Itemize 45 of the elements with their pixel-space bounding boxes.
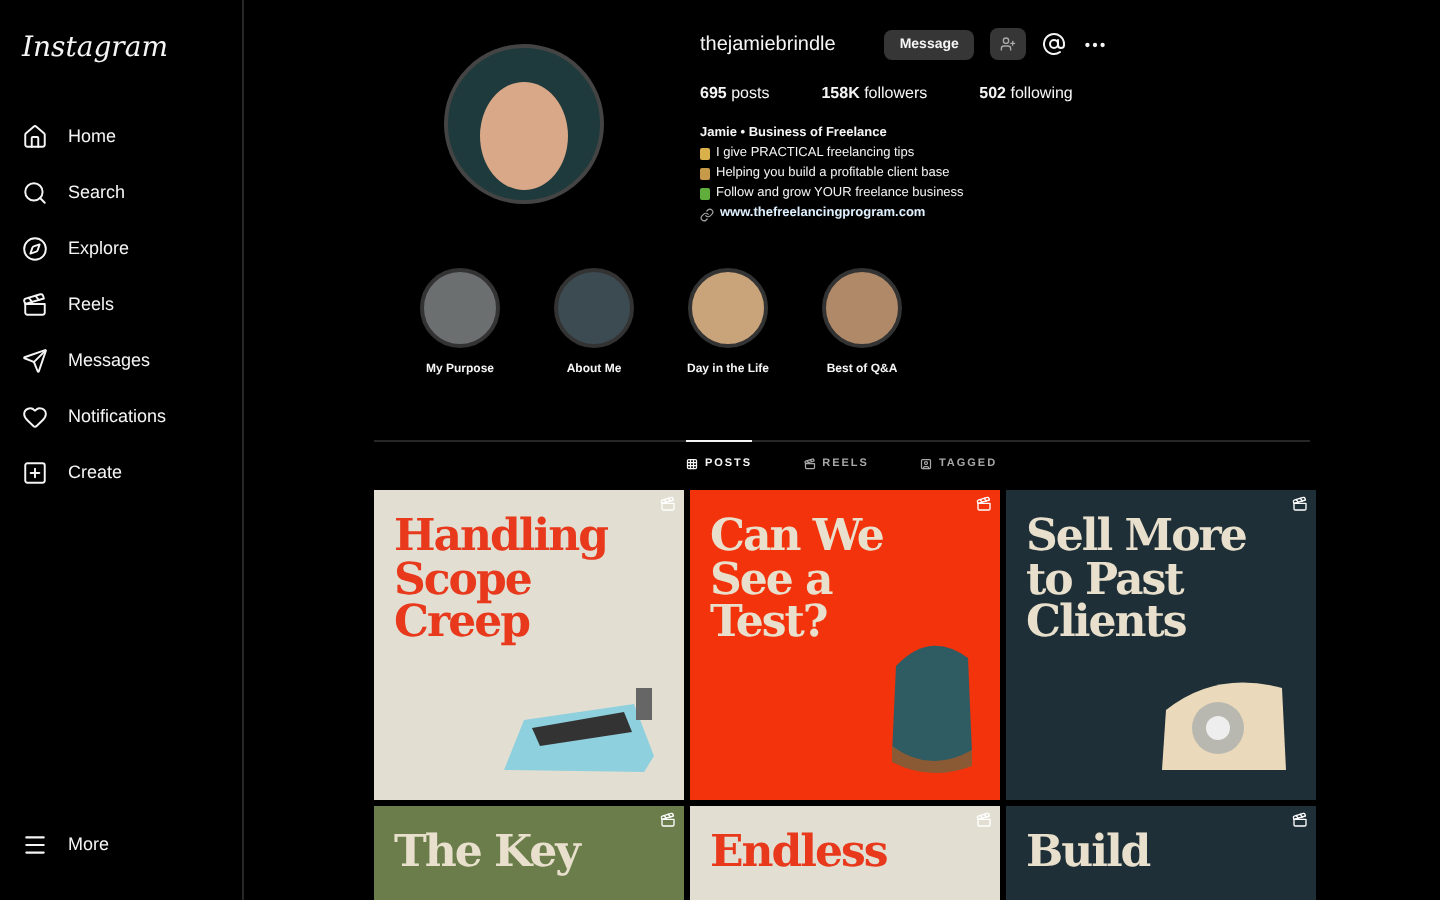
more-menu[interactable]: More [22, 816, 242, 872]
highlight-circle[interactable] [420, 268, 500, 348]
menu-icon [22, 831, 48, 857]
reel-icon [1292, 812, 1308, 828]
nav-item[interactable]: Search [22, 164, 242, 220]
profile-stat[interactable]: 695 posts [700, 84, 770, 102]
add-person-icon [1000, 36, 1017, 52]
nav-item[interactable]: Reels [22, 276, 242, 332]
nav-item[interactable]: Messages [22, 332, 242, 388]
post-title: The Key [394, 832, 579, 876]
reel-icon [660, 496, 676, 512]
threads-icon[interactable] [1042, 32, 1067, 56]
nav-item[interactable]: Create [22, 444, 242, 500]
profile-stat[interactable]: 502 following [979, 84, 1073, 102]
search-icon [22, 179, 48, 205]
post-title: Handling Scope Creep [394, 516, 608, 646]
reel-icon [660, 812, 676, 828]
reel-icon [1292, 496, 1308, 512]
heart-icon [22, 403, 48, 429]
instagram-logo[interactable]: Instagram [22, 32, 242, 64]
home-icon [22, 123, 48, 149]
post-title: Sell More to Past Clients [1026, 516, 1246, 646]
nav-item[interactable]: Notifications [22, 388, 242, 444]
compass-icon [22, 235, 48, 261]
clapperboard-icon [22, 291, 48, 317]
paper-plane-icon [22, 347, 48, 373]
username: thejamiebrindle [700, 33, 836, 55]
nav-item[interactable]: Explore [22, 220, 242, 276]
add-person-button[interactable] [990, 28, 1027, 60]
link-icon [700, 207, 714, 221]
post-title: Endless [710, 832, 887, 876]
person-tag-icon [920, 458, 933, 470]
post-title: Build [1026, 832, 1150, 876]
grid-icon [686, 458, 699, 470]
reel-icon [976, 812, 992, 828]
post-tile[interactable]: Sell More to Past Clients [1006, 490, 1316, 800]
clapperboard-icon [804, 458, 817, 470]
post-title: Can We See a Test? [710, 516, 883, 646]
highlight-circle[interactable] [822, 268, 902, 348]
post-tile[interactable]: Build [1006, 806, 1316, 900]
profile-stat[interactable]: 158K followers [821, 84, 928, 102]
highlight-circle[interactable] [688, 268, 768, 348]
reel-icon [976, 496, 992, 512]
plus-square-icon [22, 459, 48, 485]
nav-item[interactable]: Home [22, 108, 242, 164]
